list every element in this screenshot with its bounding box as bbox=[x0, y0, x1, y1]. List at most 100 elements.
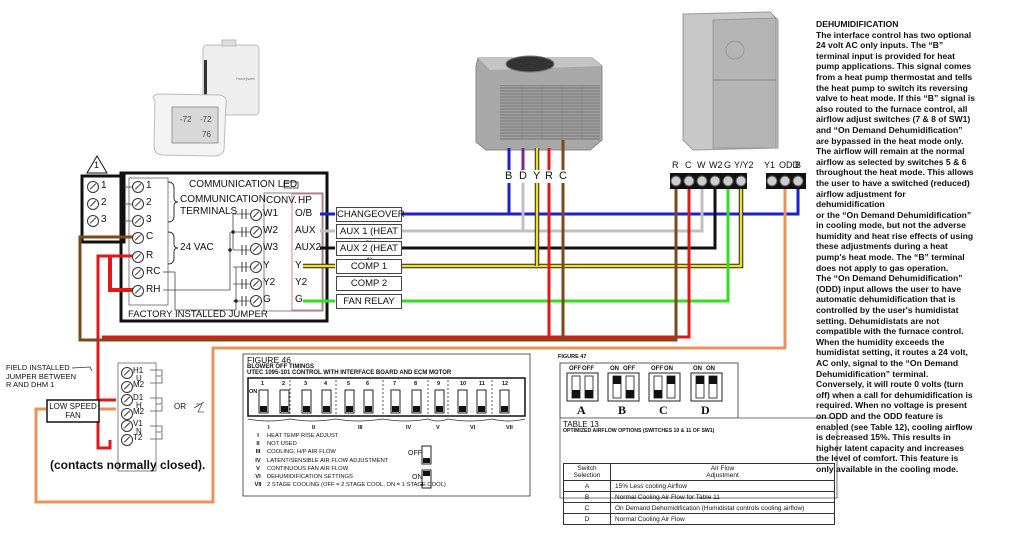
option-dip-knob bbox=[654, 390, 662, 398]
table13-subtitle: OPTIMIZED AIRFLOW OPTIONS (SWITCHES 10 &… bbox=[563, 428, 715, 434]
legend-numeral: V bbox=[256, 465, 260, 472]
svg-text:-72: -72 bbox=[200, 115, 212, 124]
dip-switch-number: 5 bbox=[347, 381, 351, 387]
humidistat-screw-icon bbox=[121, 367, 133, 379]
conv-terminal-label[interactable]: Y2 bbox=[263, 277, 275, 288]
dip-switch-number: 12 bbox=[502, 381, 509, 387]
dip-switch-knob bbox=[281, 406, 288, 412]
table13-header-cell: Switch Selection bbox=[563, 463, 611, 481]
conv-terminal-label[interactable]: G bbox=[263, 294, 271, 305]
conv-screw-terminal-icon bbox=[250, 261, 262, 273]
board-terminal-label[interactable]: 2 bbox=[146, 197, 152, 208]
legend-numeral: III bbox=[255, 449, 261, 456]
board-screw-terminal-icon bbox=[132, 251, 144, 263]
remote-terminal-label[interactable]: 3 bbox=[101, 214, 107, 225]
board-terminal-label[interactable]: RC bbox=[146, 266, 160, 277]
callout-number: 1 bbox=[94, 160, 100, 170]
dehumidification-line: (ODD) input allows the user to have bbox=[816, 283, 962, 294]
dip-switch-number: 7 bbox=[393, 381, 397, 387]
conv-terminal-label[interactable]: Y bbox=[263, 260, 270, 271]
legend-text: HEAT TEMP RISE ADJUST bbox=[267, 433, 339, 439]
dip-switch-number: 6 bbox=[366, 381, 370, 387]
conv-terminal-label[interactable]: W1 bbox=[263, 208, 278, 219]
outdoor-terminal-label: Y bbox=[533, 170, 541, 182]
dehumidification-line: the heat pump to switch its reversing bbox=[816, 82, 968, 93]
dip-switch-knob bbox=[478, 406, 485, 412]
hp-terminal-label[interactable]: Y2 bbox=[295, 277, 307, 288]
humidistat-terminal-label: M2 bbox=[133, 407, 145, 416]
legend-numeral: I bbox=[257, 433, 259, 439]
dehumidification-line: 24 volt AC only inputs. The “B” bbox=[816, 40, 944, 51]
conv-screw-terminal-icon bbox=[250, 243, 262, 255]
conv-terminal-label[interactable]: W2 bbox=[263, 225, 278, 236]
dehumidification-line: terminal input is provided for heat bbox=[816, 50, 955, 61]
furnace-terminal-label: W bbox=[697, 160, 706, 170]
wire-function-label: CHANGEOVER bbox=[336, 207, 405, 222]
outdoor-terminal-label: C bbox=[559, 170, 567, 182]
sample-switch-knob bbox=[423, 471, 430, 476]
dip-switch-knob bbox=[459, 406, 466, 412]
comm-led-label: COMMUNICATION LED bbox=[189, 179, 298, 190]
legend-text: LATENT/SENSIBLE AIR FLOW ADJUSTMENT bbox=[267, 457, 389, 464]
dehumidification-text: DEHUMIDIFICATION The interface control h… bbox=[816, 19, 1020, 475]
screw-slot bbox=[252, 297, 260, 304]
switch-group-label: V bbox=[436, 425, 440, 431]
switch-group-label: VII bbox=[506, 425, 513, 431]
dehumidification-line: required. When no voltage is present bbox=[816, 400, 967, 411]
hp-terminal-label[interactable]: AUX2 bbox=[295, 242, 321, 253]
table-row: D Normal Cooling Air Flow bbox=[563, 513, 835, 525]
board-terminal-label[interactable]: R bbox=[146, 250, 153, 261]
screw-slot bbox=[89, 217, 97, 224]
wire-function-label: COMP 1 bbox=[336, 259, 402, 274]
board-terminal-label[interactable]: 1 bbox=[146, 180, 152, 191]
conv-terminal-label[interactable]: W3 bbox=[263, 242, 278, 253]
humidistat-screw-icon bbox=[121, 420, 133, 432]
screw-slot bbox=[134, 269, 142, 276]
sample-switch-knob bbox=[423, 458, 430, 463]
screw-slot bbox=[134, 183, 142, 190]
dehumidification-line: are bypassed in the heat mode only. bbox=[816, 135, 964, 146]
wire-function-label: COMP 2 bbox=[336, 276, 402, 291]
screw-slot bbox=[134, 234, 142, 241]
dehumidification-line: valve to heat mode. If this “B” signal i… bbox=[816, 93, 976, 104]
conv-screw-terminal-icon bbox=[250, 209, 262, 221]
switch-group-label: III bbox=[358, 425, 363, 431]
switch-selection-cell: A bbox=[563, 480, 611, 492]
comm-terminals-label-2: TERMINALS bbox=[180, 206, 238, 217]
remote-terminal-label[interactable]: 1 bbox=[101, 180, 107, 191]
furnace-terminal-label: G bbox=[724, 160, 732, 170]
comm-brace bbox=[167, 181, 179, 223]
board-terminal-label[interactable]: C bbox=[146, 231, 153, 242]
conv-screw-terminal-icon bbox=[250, 278, 262, 290]
field-note-line-3: R AND DHM 1 bbox=[6, 380, 55, 389]
remote-terminal-label[interactable]: 2 bbox=[101, 197, 107, 208]
figure46-on-label2: ON bbox=[412, 474, 423, 481]
dehumidification-line: the level of comfort. This feature is bbox=[816, 453, 959, 464]
legend-numeral: II bbox=[256, 441, 260, 448]
option-switch-state: OFF bbox=[623, 366, 635, 372]
outdoor-terminal-label: B bbox=[505, 170, 513, 182]
option-dip-knob bbox=[585, 390, 593, 398]
hp-terminal-label[interactable]: AUX bbox=[295, 225, 316, 236]
dehumidification-line: controlled by the user's humidistat bbox=[816, 305, 959, 316]
dip-switch-number: 10 bbox=[460, 381, 467, 387]
hp-terminal-label[interactable]: O/B bbox=[295, 208, 312, 219]
board-terminal-label[interactable]: 3 bbox=[146, 214, 152, 225]
hp-terminal-label[interactable]: G bbox=[295, 294, 303, 305]
screw-slot bbox=[252, 280, 260, 287]
screw-slot bbox=[252, 245, 260, 252]
option-letter: B bbox=[618, 403, 627, 417]
option-dip-knob bbox=[613, 376, 621, 384]
screw-slot bbox=[123, 422, 131, 429]
dip-switch-number: 9 bbox=[437, 381, 441, 387]
dip-switch-knob bbox=[413, 406, 420, 412]
hp-terminal-label[interactable]: Y bbox=[295, 260, 302, 271]
board-screw-terminal-icon bbox=[132, 232, 144, 244]
table13-header-cell: Air Flow Adjustment bbox=[610, 463, 835, 481]
remote-screw-terminal-icon bbox=[87, 198, 99, 210]
board-terminal-label[interactable]: RH bbox=[146, 284, 160, 295]
option-switch-state: ON bbox=[610, 366, 619, 372]
furnace-aux-terminal-label: Y1 bbox=[764, 160, 776, 170]
switch-selection-cell: C bbox=[563, 502, 611, 514]
option-switch-state: OFF bbox=[582, 366, 594, 372]
